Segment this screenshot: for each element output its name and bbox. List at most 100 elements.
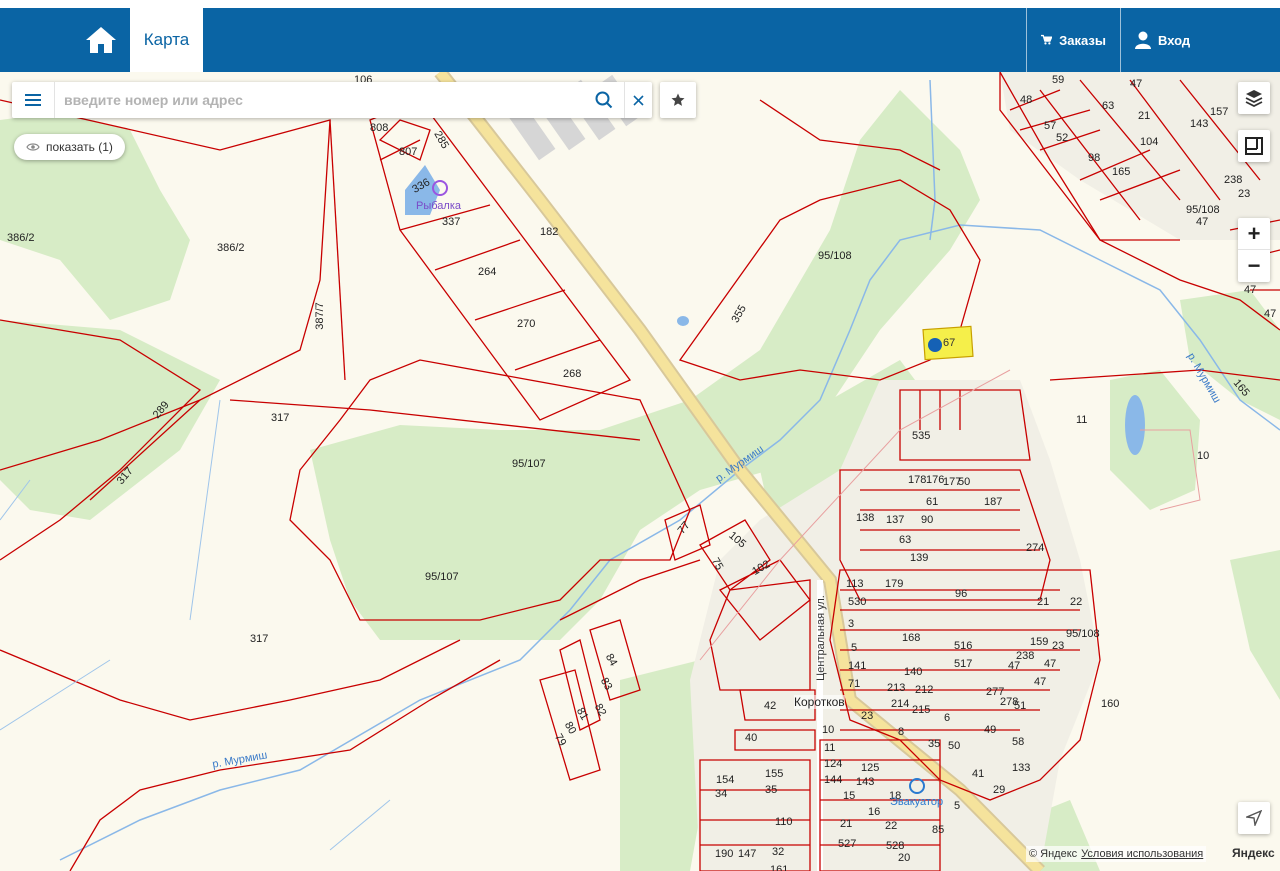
map-label: 50 bbox=[958, 476, 971, 488]
map-label: 161 bbox=[770, 864, 789, 871]
copyright-text: © Яндекс bbox=[1029, 848, 1078, 860]
map-label: 51 bbox=[1014, 700, 1027, 712]
map-label: 143 bbox=[1190, 118, 1209, 130]
yandex-logo: Яндекс bbox=[1232, 846, 1275, 860]
map-label: 159 bbox=[1030, 636, 1049, 648]
home-button[interactable] bbox=[72, 8, 130, 72]
map-label: 274 bbox=[1026, 542, 1045, 554]
tab-map[interactable]: Карта bbox=[130, 8, 203, 72]
map-label: 59 bbox=[1052, 74, 1065, 86]
home-icon bbox=[86, 27, 116, 53]
map-label: 154 bbox=[716, 774, 735, 786]
search-input[interactable] bbox=[56, 82, 576, 118]
map-label: 104 bbox=[1140, 136, 1159, 148]
search-icon bbox=[595, 91, 613, 109]
map-label: 264 bbox=[478, 266, 497, 278]
map-label: 35 bbox=[765, 784, 778, 796]
map-label: 57 bbox=[1044, 120, 1057, 132]
login-button[interactable]: Вход bbox=[1120, 8, 1280, 72]
map-label: 98 bbox=[1088, 152, 1101, 164]
map-label: 5 bbox=[954, 800, 961, 812]
map-label: 47 bbox=[1196, 216, 1209, 228]
map-label: 16 bbox=[868, 806, 881, 818]
map-label: 8 bbox=[898, 726, 905, 738]
map-label: 187 bbox=[984, 496, 1003, 508]
map-label: 268 bbox=[563, 368, 582, 380]
map-canvas[interactable]: 106 808 807 285 336 337 182 264 270 268 … bbox=[0, 72, 1280, 871]
map-label: 23 bbox=[1238, 188, 1251, 200]
map-label: 530 bbox=[848, 596, 867, 608]
map-label: 808 bbox=[370, 122, 389, 134]
orders-button[interactable]: Заказы bbox=[1026, 8, 1120, 72]
search-bar bbox=[12, 82, 652, 118]
top-strip bbox=[0, 0, 1280, 8]
map-label: 47 bbox=[1044, 658, 1057, 670]
map-label: 387/7 bbox=[313, 302, 326, 330]
map-label: 527 bbox=[838, 838, 857, 850]
map-label: 140 bbox=[904, 666, 923, 678]
map-label: 168 bbox=[902, 632, 921, 644]
map-label: 190 bbox=[715, 848, 734, 860]
map-label: 47 bbox=[1264, 308, 1277, 320]
map-label: 29 bbox=[993, 784, 1006, 796]
map-label: 32 bbox=[772, 846, 785, 858]
map-label: 52 bbox=[1056, 132, 1069, 144]
map-label: 21 bbox=[1037, 596, 1050, 608]
map-label: 21 bbox=[840, 818, 853, 830]
ruler-button[interactable] bbox=[1238, 130, 1270, 162]
map-label: 11 bbox=[1076, 414, 1088, 426]
layers-button[interactable] bbox=[1238, 82, 1270, 114]
map-label: 179 bbox=[885, 578, 904, 590]
map-label: 95/108 bbox=[1066, 628, 1100, 640]
map-label: 85 bbox=[932, 824, 945, 836]
clear-search-button[interactable] bbox=[624, 82, 652, 118]
user-icon bbox=[1135, 31, 1151, 49]
map-label: 10 bbox=[1197, 450, 1210, 462]
map-label: 63 bbox=[1102, 100, 1115, 112]
map-label: 23 bbox=[1052, 640, 1065, 652]
map-label: 124 bbox=[824, 758, 843, 770]
eye-icon bbox=[26, 143, 40, 151]
map-label: 58 bbox=[1012, 736, 1025, 748]
map-label: 49 bbox=[984, 724, 997, 736]
login-label: Вход bbox=[1158, 32, 1191, 48]
close-icon bbox=[633, 94, 644, 106]
terms-link[interactable]: Условия использования bbox=[1081, 848, 1203, 860]
map-label: 95/107 bbox=[425, 571, 459, 583]
map-label: 137 bbox=[886, 514, 905, 526]
map-label: 110 bbox=[775, 816, 793, 828]
map-label: 67 bbox=[943, 337, 956, 349]
map-label: 144 bbox=[824, 774, 843, 786]
ruler-icon bbox=[1245, 137, 1263, 155]
map-label: 47 bbox=[1034, 676, 1047, 688]
map-label: 90 bbox=[921, 514, 934, 526]
map-label: 47 bbox=[1130, 78, 1143, 90]
zoom-in-button[interactable]: + bbox=[1238, 218, 1270, 250]
map-label: 23 bbox=[861, 710, 874, 722]
search-button[interactable] bbox=[584, 82, 624, 118]
zoom-out-button[interactable]: − bbox=[1238, 250, 1270, 282]
map-label: 71 bbox=[848, 678, 861, 690]
map-label: 5 bbox=[851, 642, 858, 654]
poi-fishing[interactable]: Рыбалка bbox=[416, 200, 461, 212]
map-label: 176 bbox=[926, 474, 945, 486]
map-label: 10 bbox=[822, 724, 835, 736]
map-label: 34 bbox=[715, 788, 728, 800]
show-button[interactable]: показать (1) bbox=[14, 134, 125, 160]
map-label: 212 bbox=[915, 684, 934, 696]
poi-evacuator[interactable]: Эвакуатор bbox=[890, 796, 943, 808]
map-label: 165 bbox=[1112, 166, 1131, 178]
locality-name: Коротков bbox=[794, 695, 845, 709]
layers-icon bbox=[1245, 90, 1263, 107]
map-footer: © Яндекс Условия использования bbox=[1026, 846, 1207, 862]
map-label: 215 bbox=[912, 704, 931, 716]
map-label: 95/108 bbox=[1186, 204, 1220, 216]
map-label: 42 bbox=[764, 700, 777, 712]
map-label: 40 bbox=[745, 732, 758, 744]
menu-button[interactable] bbox=[12, 82, 55, 118]
geolocate-button[interactable] bbox=[1238, 802, 1270, 834]
map-label: 139 bbox=[910, 552, 929, 564]
favorites-button[interactable] bbox=[660, 82, 696, 118]
map-label: 517 bbox=[954, 658, 973, 670]
map-label: 35 bbox=[928, 738, 941, 750]
